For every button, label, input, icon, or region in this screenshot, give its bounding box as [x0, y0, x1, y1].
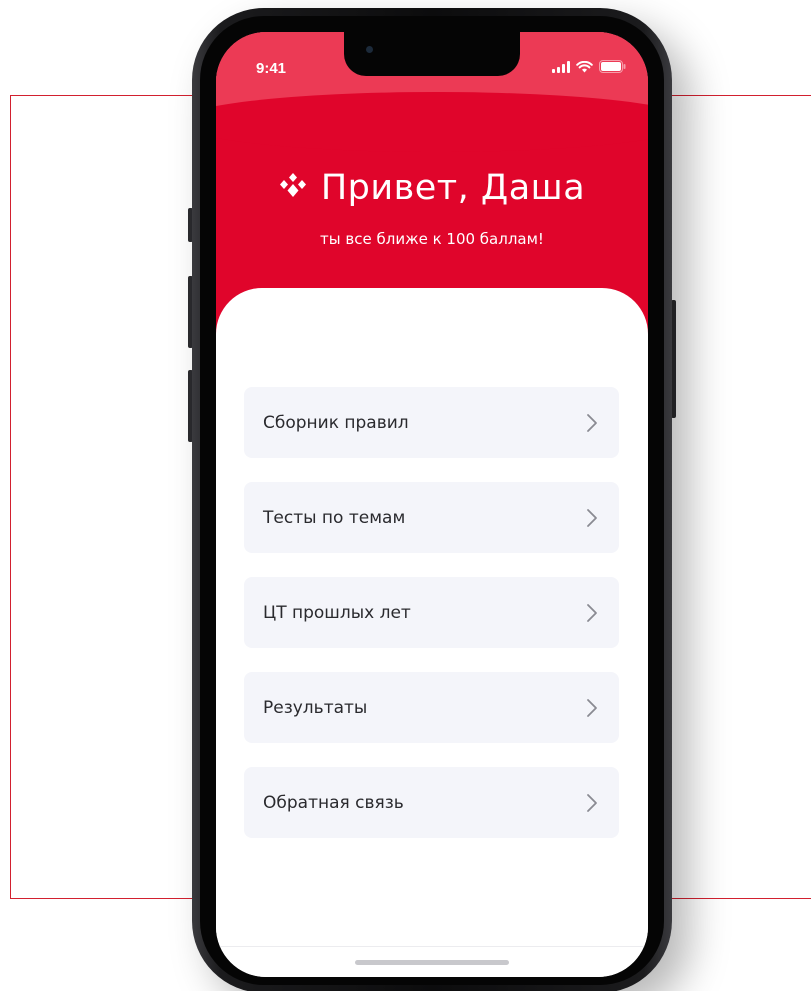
- wifi-icon: [576, 60, 593, 72]
- greeting-text: Привет, Даша: [320, 168, 586, 208]
- chevron-right-icon: [587, 698, 597, 717]
- diamond-logo-icon: [279, 173, 306, 197]
- notch: [344, 32, 520, 76]
- home-indicator[interactable]: [355, 960, 509, 965]
- signal-icon: [552, 60, 570, 73]
- chevron-right-icon: [587, 793, 597, 812]
- canvas: 9:41 Привет, Даша ты все ближе к 100 бал…: [0, 0, 811, 991]
- chevron-right-icon: [587, 603, 597, 622]
- status-icons: [552, 60, 626, 73]
- menu-item-past-exams[interactable]: ЦТ прошлых лет: [244, 577, 619, 648]
- header-wave: [216, 92, 648, 152]
- menu-item-label: Обратная связь: [263, 792, 404, 813]
- menu-item-label: ЦТ прошлых лет: [263, 602, 411, 623]
- content-card: Сборник правил Тесты по темам ЦТ прошлых…: [216, 288, 648, 977]
- phone-screen: 9:41 Привет, Даша ты все ближе к 100 бал…: [216, 32, 648, 977]
- menu-item-feedback[interactable]: Обратная связь: [244, 767, 619, 838]
- greeting-subtitle: ты все ближе к 100 баллам!: [320, 230, 544, 248]
- menu-item-results[interactable]: Результаты: [244, 672, 619, 743]
- menu-item-rules[interactable]: Сборник правил: [244, 387, 619, 458]
- menu-item-topic-tests[interactable]: Тесты по темам: [244, 482, 619, 553]
- menu-item-label: Результаты: [263, 697, 368, 718]
- menu-item-label: Тесты по темам: [263, 507, 406, 528]
- battery-icon: [599, 60, 626, 73]
- chevron-right-icon: [587, 413, 597, 432]
- camera-icon: [366, 46, 373, 53]
- chevron-right-icon: [587, 508, 597, 527]
- bottom-divider: [216, 946, 648, 947]
- phone-frame: 9:41 Привет, Даша ты все ближе к 100 бал…: [192, 8, 672, 991]
- menu-list: Сборник правил Тесты по темам ЦТ прошлых…: [244, 387, 619, 862]
- menu-item-label: Сборник правил: [263, 412, 409, 433]
- greeting-title: Привет, Даша: [216, 168, 648, 208]
- status-time: 9:41: [256, 60, 287, 77]
